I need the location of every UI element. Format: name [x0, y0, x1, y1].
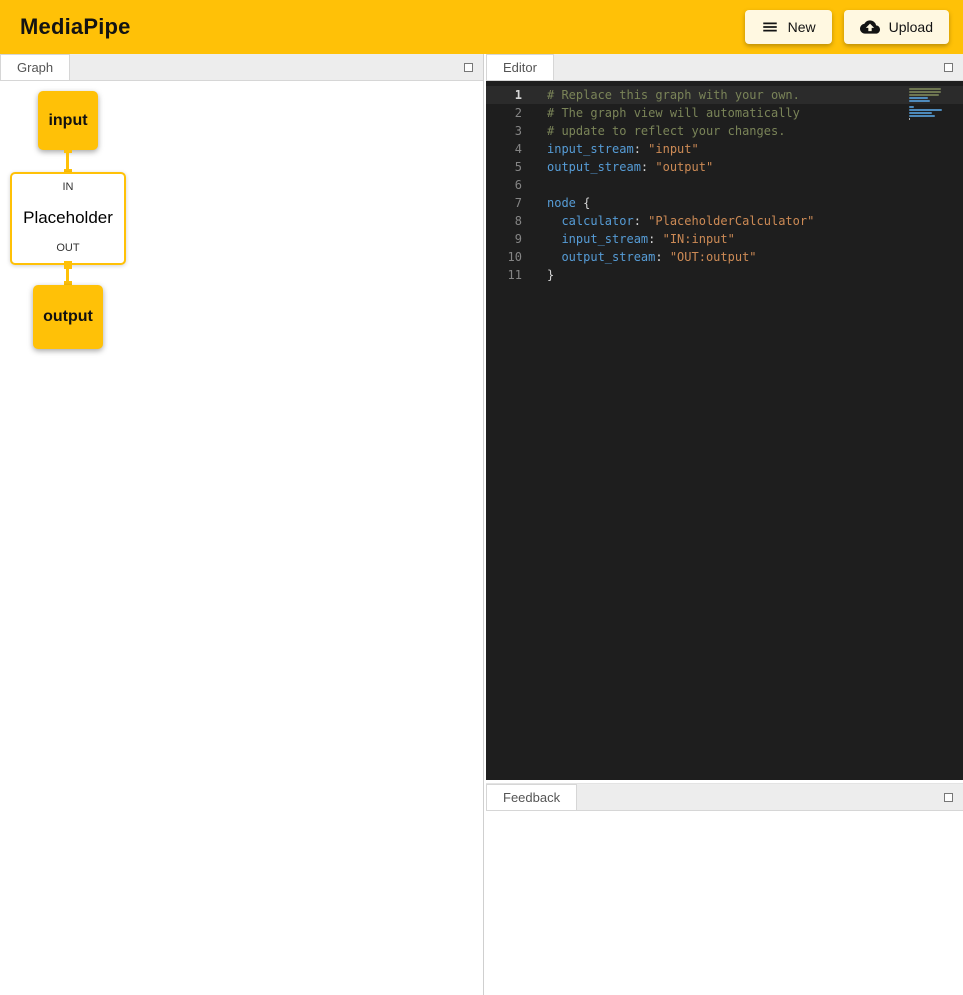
graph-panel: Graph input IN Placeholder OUT output — [0, 54, 484, 995]
code-editor[interactable]: 1 # Replace this graph with your own. 2 # T… — [486, 81, 963, 780]
graph-node-placeholder[interactable]: IN Placeholder OUT — [10, 172, 126, 265]
editor-minimap[interactable] — [909, 88, 945, 120]
feedback-panel: Feedback — [486, 783, 963, 995]
code-text: # The graph view will automatically — [547, 106, 800, 120]
menu-icon — [761, 18, 779, 36]
code-text: } — [547, 268, 554, 282]
tab-feedback-label: Feedback — [503, 790, 560, 805]
new-button[interactable]: New — [745, 10, 832, 44]
feedback-tabbar: Feedback — [486, 784, 963, 811]
line-number: 5 — [486, 160, 522, 174]
node-label: input — [48, 112, 87, 130]
upload-button-label: Upload — [889, 19, 933, 35]
graph-node-output[interactable]: output — [33, 285, 103, 349]
tab-editor[interactable]: Editor — [486, 54, 554, 80]
code-line[interactable]: 3 # update to reflect your changes. — [486, 122, 963, 140]
line-number: 8 — [486, 214, 522, 228]
code-line[interactable]: 6 — [486, 176, 963, 194]
maximize-icon[interactable] — [464, 63, 473, 72]
node-label: Placeholder — [23, 208, 113, 228]
code-text: output_stream: "output" — [547, 160, 713, 174]
input-port-label: IN — [63, 181, 74, 193]
code-text: output_stream: "OUT:output" — [547, 250, 757, 264]
code-text: input_stream: "IN:input" — [547, 232, 735, 246]
upload-button[interactable]: Upload — [844, 10, 949, 44]
graph-tabbar: Graph — [0, 54, 483, 81]
line-number: 11 — [486, 268, 522, 282]
code-text: input_stream: "input" — [547, 142, 699, 156]
code-line[interactable]: 10 output_stream: "OUT:output" — [486, 248, 963, 266]
line-number: 10 — [486, 250, 522, 264]
header: MediaPipe New Upload — [0, 0, 963, 54]
cloud-upload-icon — [860, 17, 880, 37]
code-line[interactable]: 5 output_stream: "output" — [486, 158, 963, 176]
editor-lines: 1 # Replace this graph with your own. 2 # T… — [486, 86, 963, 284]
line-number: 2 — [486, 106, 522, 120]
line-number: 3 — [486, 124, 522, 138]
right-column: Editor 1 # Replace this graph with your o… — [486, 54, 963, 995]
output-port-label: OUT — [56, 242, 79, 254]
code-line[interactable]: 7 node { — [486, 194, 963, 212]
code-text: # update to reflect your changes. — [547, 124, 785, 138]
graph-node-input[interactable]: input — [38, 91, 98, 150]
line-number: 7 — [486, 196, 522, 210]
code-line[interactable]: 8 calculator: "PlaceholderCalculator" — [486, 212, 963, 230]
feedback-content — [486, 811, 963, 995]
tab-feedback[interactable]: Feedback — [486, 784, 577, 810]
code-line[interactable]: 2 # The graph view will automatically — [486, 104, 963, 122]
line-number: 1 — [486, 88, 522, 102]
app-title: MediaPipe — [20, 14, 131, 40]
line-number: 6 — [486, 178, 522, 192]
maximize-icon[interactable] — [944, 793, 953, 802]
maximize-icon[interactable] — [944, 63, 953, 72]
code-text: calculator: "PlaceholderCalculator" — [547, 214, 814, 228]
graph-canvas[interactable]: input IN Placeholder OUT output — [0, 81, 483, 995]
code-text: # Replace this graph with your own. — [547, 88, 800, 102]
main: Graph input IN Placeholder OUT output — [0, 54, 963, 995]
editor-tabbar: Editor — [486, 54, 963, 81]
line-number: 4 — [486, 142, 522, 156]
code-line[interactable]: 4 input_stream: "input" — [486, 140, 963, 158]
editor-panel: Editor 1 # Replace this graph with your o… — [486, 54, 963, 780]
code-line[interactable]: 1 # Replace this graph with your own. — [486, 86, 963, 104]
tab-graph-label: Graph — [17, 60, 53, 75]
header-actions: New Upload — [745, 10, 949, 44]
tab-graph[interactable]: Graph — [0, 54, 70, 80]
line-number: 9 — [486, 232, 522, 246]
node-label: output — [43, 308, 93, 326]
tab-editor-label: Editor — [503, 60, 537, 75]
code-line[interactable]: 11} — [486, 266, 963, 284]
code-line[interactable]: 9 input_stream: "IN:input" — [486, 230, 963, 248]
code-text: node { — [547, 196, 590, 210]
new-button-label: New — [788, 19, 816, 35]
